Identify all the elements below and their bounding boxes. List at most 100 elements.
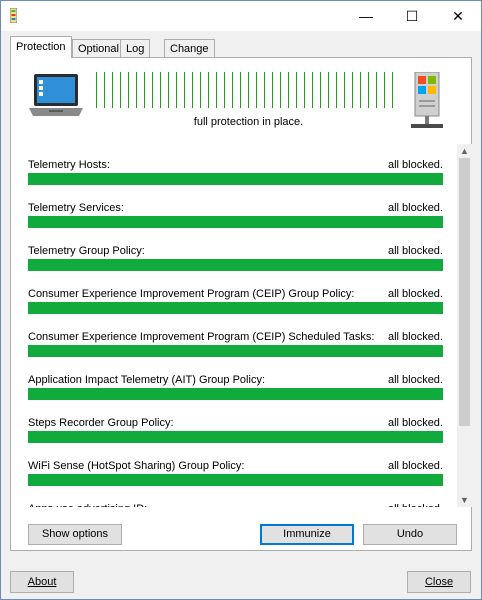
protection-row-label: Apps use advertising ID: <box>28 503 147 507</box>
connection-bar <box>280 72 281 108</box>
protection-row-status: all blocked. <box>387 374 443 386</box>
protection-row-status: all blocked. <box>387 159 443 171</box>
about-button[interactable]: About <box>10 571 74 593</box>
protection-row: Telemetry Hosts: all blocked. <box>28 159 443 189</box>
connection-bar <box>368 72 369 108</box>
tab-change-log[interactable]: Change Log <box>164 39 215 73</box>
protection-row: Steps Recorder Group Policy: all blocked. <box>28 417 443 447</box>
protection-row-status: all blocked. <box>387 245 443 257</box>
connection-bar <box>176 72 177 108</box>
tab-log[interactable]: Log <box>120 39 151 57</box>
maximize-icon: ☐ <box>405 7 419 24</box>
scroll-thumb[interactable] <box>459 158 470 426</box>
connection-bar <box>200 72 201 108</box>
connection-bar <box>344 72 345 108</box>
connection-bar <box>104 72 105 108</box>
show-options-button[interactable]: Show options <box>28 524 122 545</box>
connection-bar <box>336 72 337 108</box>
protection-panel: full protection in place. Telemetry Host… <box>10 57 472 551</box>
protection-row-status: all blocked. <box>387 202 443 214</box>
protection-row-label: Consumer Experience Improvement Program … <box>28 288 355 300</box>
protection-list[interactable]: Telemetry Hosts: all blocked. Telemetry Se… <box>12 144 457 507</box>
protection-row: WiFi Sense (HotSpot Sharing) Group Polic… <box>28 460 443 490</box>
connection-bar <box>112 72 113 108</box>
protection-progress-bar <box>28 388 443 400</box>
connection-bar <box>320 72 321 108</box>
protection-progress-bar <box>28 345 443 357</box>
protection-row-label: Consumer Experience Improvement Program … <box>28 331 375 343</box>
maximize-button[interactable]: ☐ <box>389 1 435 31</box>
connection-bar <box>120 72 121 108</box>
protection-row-status: all blocked. <box>387 288 443 300</box>
protection-row-status: all blocked. <box>387 460 443 472</box>
protection-progress-bar <box>28 474 443 486</box>
main-window: — ☐ ✕ Protection Optional Log Change Log… <box>0 0 482 600</box>
protection-row: Consumer Experience Improvement Program … <box>28 288 443 318</box>
protection-row: Application Impact Telemetry (AIT) Group… <box>28 374 443 404</box>
connection-bar <box>248 72 249 108</box>
connection-bar <box>216 72 217 108</box>
protection-row-label: Steps Recorder Group Policy: <box>28 417 174 429</box>
protection-row-label: Application Impact Telemetry (AIT) Group… <box>28 374 265 386</box>
scroll-down-icon[interactable]: ▼ <box>457 493 472 507</box>
connection-bar <box>264 72 265 108</box>
connection-bar <box>392 72 393 108</box>
connection-bar <box>96 72 97 108</box>
connection-bar <box>352 72 353 108</box>
minimize-icon: — <box>359 8 373 24</box>
connection-bar <box>272 72 273 108</box>
protection-status-text: full protection in place. <box>193 116 304 128</box>
connection-bar <box>360 72 361 108</box>
protection-progress-bar <box>28 216 443 228</box>
connection-bar <box>312 72 313 108</box>
connection-bar <box>256 72 257 108</box>
connection-bar <box>152 72 153 108</box>
connection-bar <box>240 72 241 108</box>
close-window-button[interactable]: ✕ <box>435 1 481 31</box>
laptop-icon <box>29 74 83 116</box>
close-icon: ✕ <box>452 7 464 24</box>
server-icon <box>411 72 443 128</box>
connection-bar <box>136 72 137 108</box>
protection-row: Telemetry Group Policy: all blocked. <box>28 245 443 275</box>
connection-bar <box>168 72 169 108</box>
immunize-button[interactable]: Immunize <box>260 524 354 545</box>
connection-bar <box>128 72 129 108</box>
protection-progress-bar <box>28 302 443 314</box>
undo-button[interactable]: Undo <box>363 524 457 545</box>
connection-bar <box>376 72 377 108</box>
close-button[interactable]: Close <box>407 571 471 593</box>
scroll-up-icon[interactable]: ▲ <box>457 144 472 158</box>
minimize-button[interactable]: — <box>343 1 389 31</box>
protection-row-label: WiFi Sense (HotSpot Sharing) Group Polic… <box>28 460 245 472</box>
protection-row: Telemetry Services: all blocked. <box>28 202 443 232</box>
connection-bar <box>384 72 385 108</box>
app-icon <box>10 8 17 23</box>
connection-bar <box>304 72 305 108</box>
tab-protection[interactable]: Protection <box>10 36 72 58</box>
vertical-scrollbar[interactable]: ▲ ▼ <box>457 144 472 507</box>
connection-bar <box>144 72 145 108</box>
tab-optional[interactable]: Optional <box>72 39 125 57</box>
protection-row-status: all blocked. <box>387 417 443 429</box>
connection-bar <box>288 72 289 108</box>
connection-bar <box>208 72 209 108</box>
connection-bar <box>328 72 329 108</box>
connection-bar <box>192 72 193 108</box>
close-label: Close <box>424 576 454 588</box>
title-bar[interactable]: — ☐ ✕ <box>1 1 481 31</box>
protection-progress-bar <box>28 173 443 185</box>
connection-bars <box>96 72 401 108</box>
protection-row-label: Telemetry Hosts: <box>28 159 110 171</box>
connection-bar <box>160 72 161 108</box>
protection-row-status: all blocked. <box>387 331 443 343</box>
protection-row-status: all blocked. <box>388 503 443 507</box>
connection-bar <box>184 72 185 108</box>
protection-row: Consumer Experience Improvement Program … <box>28 331 443 361</box>
connection-bar <box>224 72 225 108</box>
protection-progress-bar <box>28 259 443 271</box>
about-label: About <box>27 576 57 588</box>
connection-bar <box>232 72 233 108</box>
protection-row-label: Telemetry Services: <box>28 202 124 214</box>
connection-bar <box>296 72 297 108</box>
